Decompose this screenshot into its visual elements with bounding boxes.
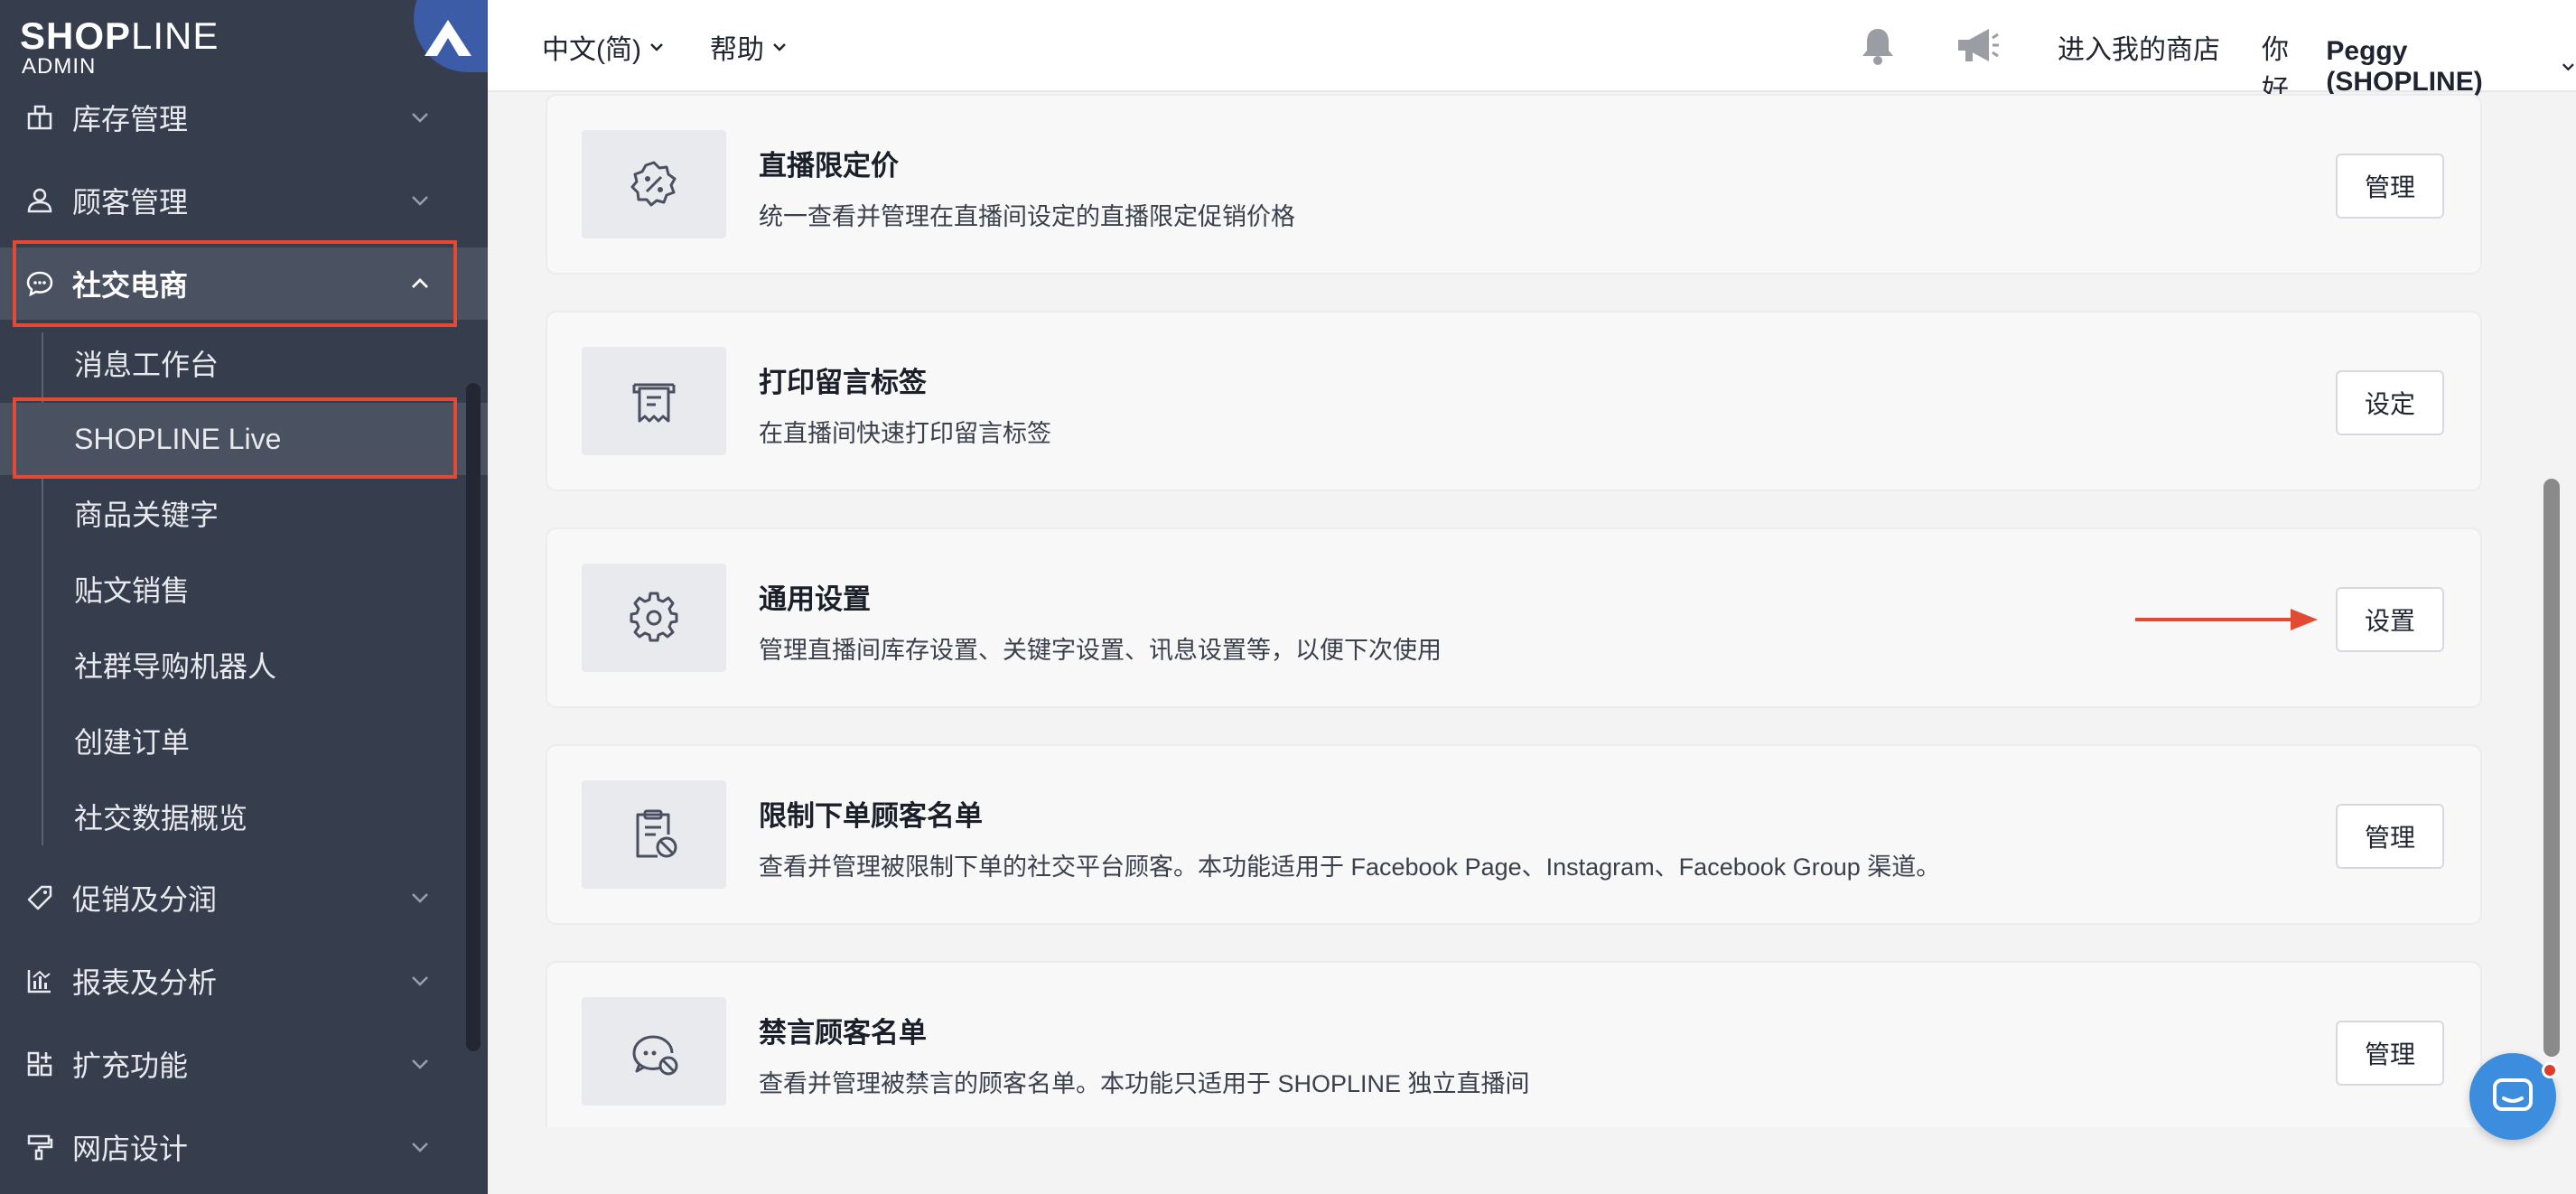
chevron-down-icon xyxy=(2562,63,2575,71)
user-icon xyxy=(22,182,58,219)
sidebar-scrollbar[interactable] xyxy=(466,383,481,1051)
apps-icon xyxy=(22,1046,58,1082)
sidebar: SHOPLINE ADMIN 库存管理 顾客管理 社交电商 消息工作台 SHOP… xyxy=(0,0,488,1194)
card-title: 打印留言标签 xyxy=(759,367,927,398)
card-description: 管理直播间库存设置、关键字设置、讯息设置等，以便下次使用 xyxy=(759,637,1442,664)
chevron-down-icon xyxy=(406,1133,434,1161)
card-title: 限制下单顾客名单 xyxy=(759,800,983,832)
annotation-arrow-icon xyxy=(2135,609,2318,630)
inventory-icon xyxy=(22,99,58,135)
chat-icon xyxy=(2493,1078,2533,1111)
mountain-icon xyxy=(425,20,471,56)
setup-print-labels-button[interactable]: 设定 xyxy=(2336,370,2444,435)
card-muted-customers: 禁言顾客名单 查看并管理被禁言的顾客名单。本功能只适用于 SHOPLINE 独立… xyxy=(546,961,2482,1142)
logo-badge[interactable] xyxy=(414,0,488,72)
sidebar-item-social-commerce[interactable]: 社交电商 xyxy=(0,247,488,320)
sidebar-subitem-shopline-live[interactable]: SHOPLINE Live xyxy=(0,403,488,475)
sidebar-item-promotions[interactable]: 促销及分润 xyxy=(0,862,488,934)
chevron-down-icon xyxy=(406,967,434,994)
card-print-comment-labels: 打印留言标签 在直播间快速打印留言标签 设定 xyxy=(546,311,2482,491)
sidebar-subitem-social-analytics[interactable]: 社交数据概览 xyxy=(0,780,488,853)
chat-bubble-icon xyxy=(22,266,58,302)
page-bottom xyxy=(488,1127,2576,1194)
sidebar-subitem-message-center[interactable]: 消息工作台 xyxy=(0,327,488,399)
blocked-list-icon xyxy=(582,780,726,889)
sidebar-item-store-design[interactable]: 网店设计 xyxy=(0,1111,488,1183)
card-title: 直播限定价 xyxy=(759,150,899,182)
bell-icon[interactable] xyxy=(1855,23,1900,69)
percent-badge-icon xyxy=(582,130,726,238)
chevron-up-icon xyxy=(406,270,434,297)
sidebar-item-reports[interactable]: 报表及分析 xyxy=(0,945,488,1017)
card-description: 统一查看并管理在直播间设定的直播限定促销价格 xyxy=(759,203,1295,230)
general-settings-button[interactable]: 设置 xyxy=(2336,587,2444,652)
card-title: 禁言顾客名单 xyxy=(759,1017,927,1049)
card-description: 查看并管理被限制下单的社交平台顾客。本功能适用于 Facebook Page、I… xyxy=(759,854,1941,881)
sidebar-subitem-chatbot[interactable]: 社群导购机器人 xyxy=(0,629,488,701)
chevron-down-icon xyxy=(406,187,434,214)
sidebar-item-extensions[interactable]: 扩充功能 xyxy=(0,1028,488,1100)
notification-dot xyxy=(2542,1062,2558,1078)
card-description: 在直播间快速打印留言标签 xyxy=(759,420,1051,447)
enter-store-link[interactable]: 进入我的商店 xyxy=(2058,27,2220,67)
manage-live-price-button[interactable]: 管理 xyxy=(2336,154,2444,219)
tag-icon xyxy=(22,880,58,916)
gear-icon xyxy=(582,564,726,672)
megaphone-icon[interactable] xyxy=(1953,23,1999,69)
sidebar-item-customers[interactable]: 顾客管理 xyxy=(0,164,488,237)
card-live-price: 直播限定价 统一查看并管理在直播间设定的直播限定促销价格 管理 xyxy=(546,94,2482,275)
paint-roller-icon xyxy=(22,1129,58,1165)
chart-icon xyxy=(22,963,58,999)
top-header: 中文(简) 帮助 进入我的商店 你好, Peggy (SHOPLINE) xyxy=(488,0,2576,105)
chevron-down-icon xyxy=(773,43,786,51)
chevron-down-icon xyxy=(406,884,434,911)
manage-restricted-customers-button[interactable]: 管理 xyxy=(2336,804,2444,869)
chevron-down-icon xyxy=(406,1050,434,1077)
sidebar-item-inventory[interactable]: 库存管理 xyxy=(0,81,488,154)
mute-chat-icon xyxy=(582,997,726,1105)
card-title: 通用设置 xyxy=(759,583,871,615)
print-label-icon xyxy=(582,347,726,455)
language-selector[interactable]: 中文(简) xyxy=(542,27,665,67)
help-menu[interactable]: 帮助 xyxy=(710,27,788,67)
sidebar-subitem-post-sales[interactable]: 贴文销售 xyxy=(0,553,488,625)
user-name: Peggy (SHOPLINE) xyxy=(2326,36,2483,97)
sidebar-subitem-product-keywords[interactable]: 商品关键字 xyxy=(0,477,488,549)
main-scrollbar[interactable] xyxy=(2543,479,2560,1057)
main-content: 直播限定价 统一查看并管理在直播间设定的直播限定促销价格 管理 打印留言标签 在… xyxy=(488,92,2538,1194)
manage-muted-customers-button[interactable]: 管理 xyxy=(2336,1021,2444,1086)
card-description: 查看并管理被禁言的顾客名单。本功能只适用于 SHOPLINE 独立直播间 xyxy=(759,1070,1530,1097)
card-restricted-customers: 限制下单顾客名单 查看并管理被限制下单的社交平台顾客。本功能适用于 Facebo… xyxy=(546,744,2482,925)
chevron-down-icon xyxy=(406,104,434,131)
sidebar-subitem-create-order[interactable]: 创建订单 xyxy=(0,704,488,777)
shopline-logo[interactable]: SHOPLINE ADMIN xyxy=(20,16,219,78)
admin-label: ADMIN xyxy=(22,54,97,79)
chevron-down-icon xyxy=(650,43,663,51)
